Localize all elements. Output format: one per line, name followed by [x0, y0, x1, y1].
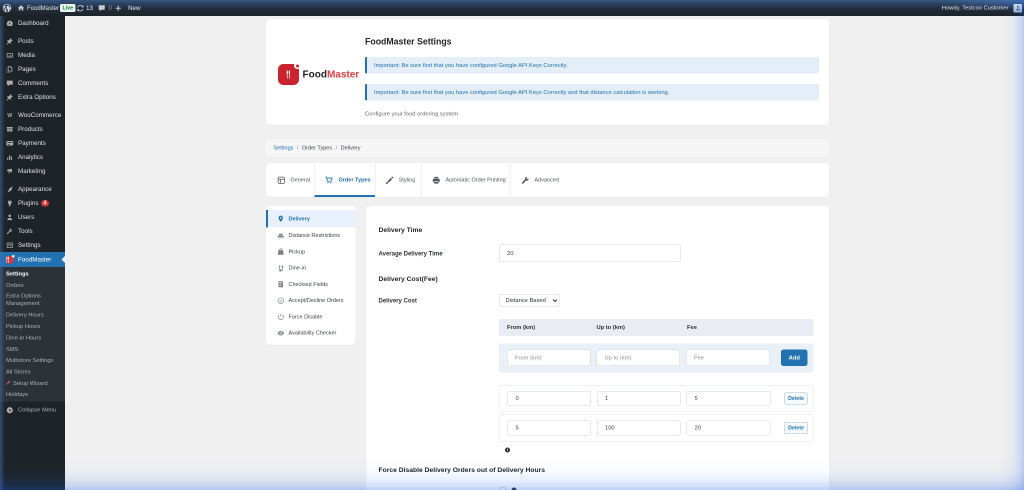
- svg-text:W: W: [7, 113, 12, 119]
